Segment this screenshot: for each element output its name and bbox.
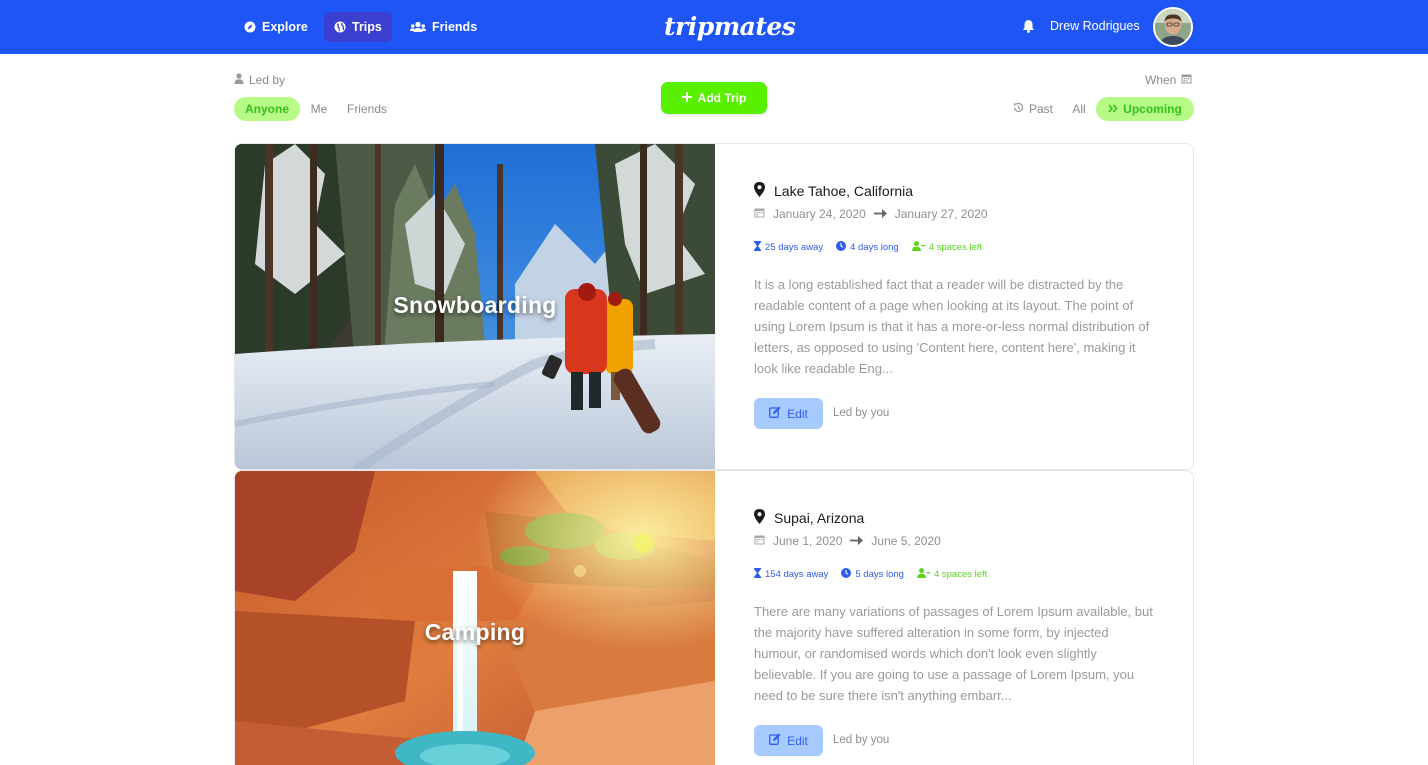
filter-upcoming-label: Upcoming	[1123, 102, 1182, 116]
trip-start-date: January 24, 2020	[773, 207, 866, 221]
user-minus-icon	[911, 241, 925, 254]
plus-icon	[681, 91, 692, 105]
compass-icon	[244, 21, 256, 33]
nav-trips-label: Trips	[352, 20, 382, 34]
trip-meta: 154 days away 5 days long 4 spaces left	[754, 568, 996, 581]
users-icon	[410, 21, 426, 33]
trip-activity-title: Camping	[424, 619, 526, 645]
add-trip-label: Add Trip	[697, 91, 747, 105]
trip-card[interactable]: Camping Supai, Arizona June 1, 2020 June…	[234, 470, 1194, 765]
when-label: When	[1145, 73, 1192, 87]
trip-activity-title: Snowboarding	[393, 292, 557, 318]
add-trip-button[interactable]: Add Trip	[661, 82, 767, 114]
user-name[interactable]: Drew Rodrigues	[1050, 19, 1140, 33]
edit-label: Edit	[787, 406, 808, 421]
clock-icon	[836, 241, 847, 254]
edit-button[interactable]: Edit	[754, 725, 823, 756]
hourglass-icon	[754, 568, 761, 581]
filter-friends[interactable]: Friends	[340, 97, 394, 121]
hourglass-icon	[754, 241, 761, 254]
spaces-left-text: 4 spaces left	[928, 242, 983, 253]
filter-past[interactable]: Past	[1008, 97, 1058, 121]
trip-dates: January 24, 2020 January 27, 2020	[754, 207, 988, 221]
nav-trips[interactable]: Trips	[324, 12, 392, 42]
trip-location: Supai, Arizona	[754, 509, 864, 527]
calendar-icon	[754, 534, 765, 548]
spaces-left: 4 spaces left	[911, 241, 983, 254]
edit-button[interactable]: Edit	[754, 398, 823, 429]
days-away-text: 25 days away	[765, 242, 824, 253]
trip-dates: June 1, 2020 June 5, 2020	[754, 534, 941, 548]
trip-duration-text: 5 days long	[855, 569, 904, 580]
avatar[interactable]	[1153, 7, 1193, 47]
trip-image-camping[interactable]: Camping	[235, 471, 715, 765]
nav-explore[interactable]: Explore	[234, 12, 318, 42]
trip-led-by: Led by you	[833, 734, 890, 746]
map-marker-icon	[754, 509, 765, 527]
trip-location-text: Lake Tahoe, California	[774, 183, 914, 199]
filter-past-label: Past	[1028, 102, 1053, 116]
days-away-text: 154 days away	[765, 569, 829, 580]
tripmates-logo[interactable]: tripmates	[664, 10, 796, 44]
trip-end-date: January 27, 2020	[894, 207, 988, 221]
days-away: 154 days away	[754, 568, 828, 581]
filter-anyone[interactable]: Anyone	[234, 97, 300, 121]
history-icon	[1013, 102, 1024, 116]
when-text: When	[1145, 73, 1177, 87]
trip-duration-text: 4 days long	[850, 242, 899, 253]
trip-location-text: Supai, Arizona	[774, 510, 865, 526]
trip-duration: 5 days long	[841, 568, 904, 581]
filter-all[interactable]: All	[1066, 97, 1092, 121]
trip-meta: 25 days away 4 days long 4 spaces left	[754, 241, 991, 254]
trip-start-date: June 1, 2020	[773, 534, 843, 548]
edit-icon	[769, 406, 781, 421]
top-navbar: Explore Trips Friends tripmates Drew Rod…	[0, 0, 1428, 54]
trip-image-snowboarding[interactable]: Snowboarding	[235, 144, 715, 469]
user-icon	[234, 73, 244, 87]
globe-icon	[334, 21, 346, 33]
led-by-text: Led by	[249, 73, 286, 87]
nav-friends[interactable]: Friends	[400, 12, 487, 42]
map-marker-icon	[754, 182, 765, 200]
nav-friends-label: Friends	[432, 20, 478, 34]
trip-end-date: June 5, 2020	[871, 534, 941, 548]
spaces-left: 4 spaces left	[916, 568, 988, 581]
led-by-label: Led by	[234, 73, 285, 87]
trip-description: It is a long established fact that a rea…	[754, 277, 1150, 376]
calendar-icon	[1181, 73, 1192, 87]
filter-me[interactable]: Me	[304, 97, 334, 121]
arrow-right-icon	[850, 534, 864, 548]
trip-description: There are many variations of passages of…	[754, 604, 1153, 703]
calendar-icon	[754, 207, 765, 221]
nav-explore-label: Explore	[262, 20, 308, 34]
trip-card[interactable]: Snowboarding Lake Tahoe, California Janu…	[234, 143, 1194, 470]
arrow-right-icon	[873, 207, 887, 221]
filter-upcoming[interactable]: Upcoming	[1096, 97, 1194, 121]
days-away: 25 days away	[754, 241, 823, 254]
user-minus-icon	[916, 568, 930, 581]
trip-duration: 4 days long	[836, 241, 899, 254]
trip-led-by: Led by you	[833, 407, 890, 419]
trip-details: Supai, Arizona June 1, 2020 June 5, 2020…	[715, 471, 1193, 765]
bell-icon[interactable]	[1022, 19, 1035, 38]
edit-icon	[769, 733, 781, 748]
trip-details: Lake Tahoe, California January 24, 2020 …	[715, 144, 1193, 469]
clock-icon	[841, 568, 852, 581]
spaces-left-text: 4 spaces left	[933, 569, 988, 580]
double-chevron-right-icon	[1108, 102, 1118, 116]
edit-label: Edit	[787, 733, 808, 748]
trip-location: Lake Tahoe, California	[754, 182, 913, 200]
